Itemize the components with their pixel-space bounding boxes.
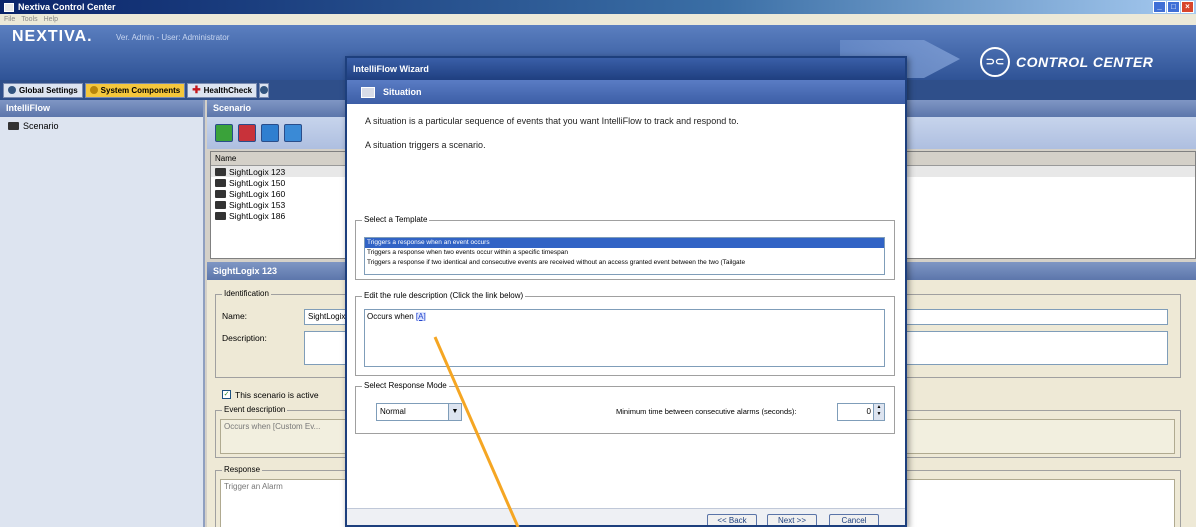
tab-healthcheck[interactable]: ✚ HealthCheck (187, 82, 258, 98)
rule-link[interactable]: [A] (415, 312, 426, 321)
intro-text-2: A situation triggers a scenario. (365, 140, 486, 150)
add-icon[interactable] (215, 124, 233, 142)
banner-title: Situation (383, 87, 422, 97)
intelliflow-panel: IntelliFlow Scenario (0, 100, 205, 527)
scenario-active-label: This scenario is active (235, 390, 319, 400)
folder-icon (215, 189, 226, 198)
event-description-legend: Event description (222, 405, 288, 414)
dialog-footer: << Back Next >> Cancel (347, 508, 905, 525)
identification-legend: Identification (222, 289, 271, 298)
min-time-label: Minimum time between consecutive alarms … (616, 407, 797, 416)
overflow-icon (260, 86, 269, 94)
tab-global-settings[interactable]: Global Settings (3, 82, 83, 98)
scenario-active-checkbox[interactable]: ✓ (222, 390, 231, 399)
template-legend: Select a Template (362, 215, 430, 224)
intelliflow-panel-title: IntelliFlow (0, 100, 203, 117)
dialog-title: IntelliFlow Wizard (347, 58, 905, 80)
tab-system-components[interactable]: System Components (84, 82, 186, 98)
response-legend: Response (222, 465, 263, 474)
description-label: Description: (222, 333, 267, 343)
connector-icon: ⊃⊂ (980, 47, 1010, 77)
brand-text: CONTROL CENTER (1016, 54, 1154, 70)
template-group: Select a Template Triggers a response wh… (355, 215, 895, 280)
response-mode-legend: Select Response Mode (362, 381, 449, 390)
window-titlebar: Nextiva Control Center _ □ × (0, 0, 1196, 14)
template-option[interactable]: Triggers a response when two events occu… (365, 248, 884, 258)
tree-item-scenario[interactable]: Scenario (0, 117, 203, 135)
min-time-stepper[interactable]: 0 ▲ ▼ (837, 403, 885, 421)
spinner-arrows-icon: ▲ ▼ (873, 404, 884, 420)
minimize-button[interactable]: _ (1153, 1, 1166, 13)
intelliflow-wizard-dialog: IntelliFlow Wizard Situation A situation… (345, 56, 907, 527)
dialog-body: A situation is a particular sequence of … (347, 104, 905, 525)
tab-overflow[interactable] (259, 82, 270, 98)
nextiva-logo: NEXTIVA. (12, 28, 93, 45)
folder-icon (215, 178, 226, 187)
maximize-button[interactable]: □ (1167, 1, 1180, 13)
menu-file[interactable]: File (4, 16, 15, 23)
menu-help[interactable]: Help (44, 16, 58, 23)
menu-tools[interactable]: Tools (21, 16, 37, 23)
control-center-brand: ⊃⊂ CONTROL CENTER (980, 47, 1153, 77)
gear-icon (89, 86, 98, 94)
edit-icon[interactable] (261, 124, 279, 142)
copy-icon[interactable] (284, 124, 302, 142)
rule-description-area[interactable]: Occurs when [A] (364, 309, 885, 367)
response-mode-select[interactable]: Normal ▼ (376, 403, 462, 421)
delete-icon[interactable] (238, 124, 256, 142)
header-subtitle: Ver. Admin - User: Administrator (116, 33, 230, 42)
health-cross-icon: ✚ (192, 84, 201, 96)
template-list: Triggers a response when an event occurs… (364, 237, 885, 275)
app-icon (4, 2, 14, 12)
back-button[interactable]: << Back (707, 514, 757, 525)
response-mode-group: Select Response Mode Normal ▼ Minimum ti… (355, 381, 895, 434)
template-option[interactable]: Triggers a response when an event occurs (365, 238, 884, 248)
folder-icon (8, 122, 19, 130)
rule-description-legend: Edit the rule description (Click the lin… (362, 291, 526, 300)
name-label: Name: (222, 311, 248, 321)
cancel-button[interactable]: Cancel (829, 514, 879, 525)
intro-text-1: A situation is a particular sequence of … (365, 116, 739, 126)
folder-icon (215, 167, 226, 176)
folder-icon (215, 200, 226, 209)
rule-text: Occurs when (367, 312, 416, 321)
rule-description-group: Edit the rule description (Click the lin… (355, 291, 895, 376)
template-option[interactable]: Triggers a response if two identical and… (365, 258, 884, 268)
globe-icon (8, 86, 16, 94)
chevron-down-icon: ▼ (448, 404, 461, 420)
next-button[interactable]: Next >> (767, 514, 817, 525)
window-title: Nextiva Control Center (18, 2, 116, 12)
window-controls: _ □ × (1153, 1, 1194, 13)
folder-icon (215, 211, 226, 220)
close-button[interactable]: × (1181, 1, 1194, 13)
menu-bar: File Tools Help (0, 14, 1196, 25)
situation-icon (361, 86, 375, 98)
dialog-banner: Situation (347, 80, 905, 104)
